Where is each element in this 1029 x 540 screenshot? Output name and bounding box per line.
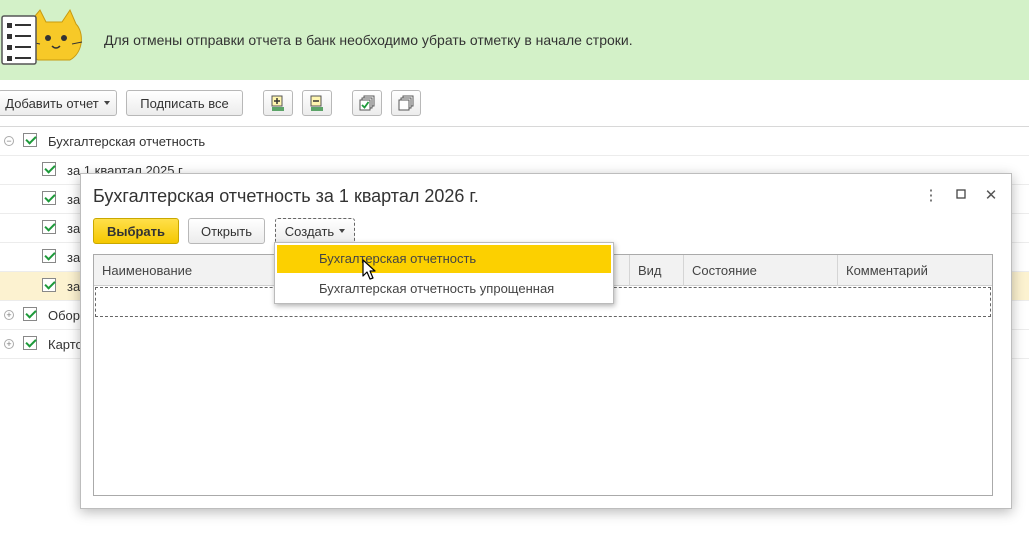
expand-node-icon[interactable]: + — [4, 339, 14, 349]
cat-checklist-icon — [1, 8, 83, 65]
row-checkbox[interactable] — [23, 336, 37, 350]
tree-row-label: Карто — [48, 337, 83, 352]
column-header-status[interactable]: Состояние — [684, 255, 838, 286]
collapse-all-button[interactable] — [302, 90, 332, 116]
check-all-icon — [359, 95, 375, 111]
tree-row-label: Бухгалтерская отчетность — [48, 134, 206, 149]
row-checkbox[interactable] — [42, 220, 56, 234]
uncheck-all-icon — [398, 95, 414, 111]
row-checkbox[interactable] — [23, 133, 37, 147]
add-report-label: Добавить отчет — [5, 95, 99, 111]
column-header-type[interactable]: Вид — [630, 255, 684, 286]
banner-message: Для отмены отправки отчета в банк необхо… — [104, 32, 633, 48]
close-icon[interactable]: ✕ — [981, 186, 1001, 204]
create-dropdown-menu: Бухгалтерская отчетность Бухгалтерская о… — [274, 242, 614, 304]
add-report-button[interactable]: Добавить отчет — [0, 90, 117, 116]
tree-row[interactable]: − Бухгалтерская отчетность — [0, 127, 1029, 156]
row-checkbox[interactable] — [42, 191, 56, 205]
collapse-node-icon[interactable]: − — [4, 136, 14, 146]
info-banner: Для отмены отправки отчета в банк необхо… — [0, 0, 1029, 80]
tree-row-label: за — [67, 221, 81, 236]
chevron-down-icon — [103, 101, 110, 105]
menu-item-accounting-report[interactable]: Бухгалтерская отчетность — [277, 245, 611, 273]
menu-item-simplified-report[interactable]: Бухгалтерская отчетность упрощенная — [277, 275, 611, 303]
row-checkbox[interactable] — [42, 162, 56, 176]
collapse-all-icon — [310, 95, 323, 111]
column-header-comment[interactable]: Комментарий — [838, 255, 992, 286]
dialog-title: Бухгалтерская отчетность за 1 квартал 20… — [93, 186, 479, 206]
tree-row-label: Обор — [48, 308, 81, 323]
row-checkbox[interactable] — [23, 307, 37, 321]
uncheck-all-button[interactable] — [391, 90, 421, 116]
maximize-icon[interactable] — [951, 186, 971, 203]
select-button[interactable]: Выбрать — [93, 218, 179, 244]
tree-row-label: за — [67, 250, 81, 265]
row-checkbox[interactable] — [42, 278, 56, 292]
expand-all-icon — [271, 95, 284, 111]
tree-row-label: за — [67, 279, 81, 294]
report-dialog: Бухгалтерская отчетность за 1 квартал 20… — [80, 173, 1012, 509]
check-all-button[interactable] — [352, 90, 382, 116]
mouse-cursor-icon — [362, 259, 376, 280]
expand-all-button[interactable] — [263, 90, 293, 116]
sign-all-button[interactable]: Подписать все — [126, 90, 243, 116]
more-icon[interactable]: ⋮ — [921, 186, 941, 204]
chevron-down-icon — [339, 229, 346, 233]
open-button[interactable]: Открыть — [188, 218, 265, 244]
expand-node-icon[interactable]: + — [4, 310, 14, 320]
create-button[interactable]: Создать — [275, 218, 355, 244]
tree-row-label: за — [67, 192, 81, 207]
row-checkbox[interactable] — [42, 249, 56, 263]
create-label: Создать — [284, 223, 335, 239]
